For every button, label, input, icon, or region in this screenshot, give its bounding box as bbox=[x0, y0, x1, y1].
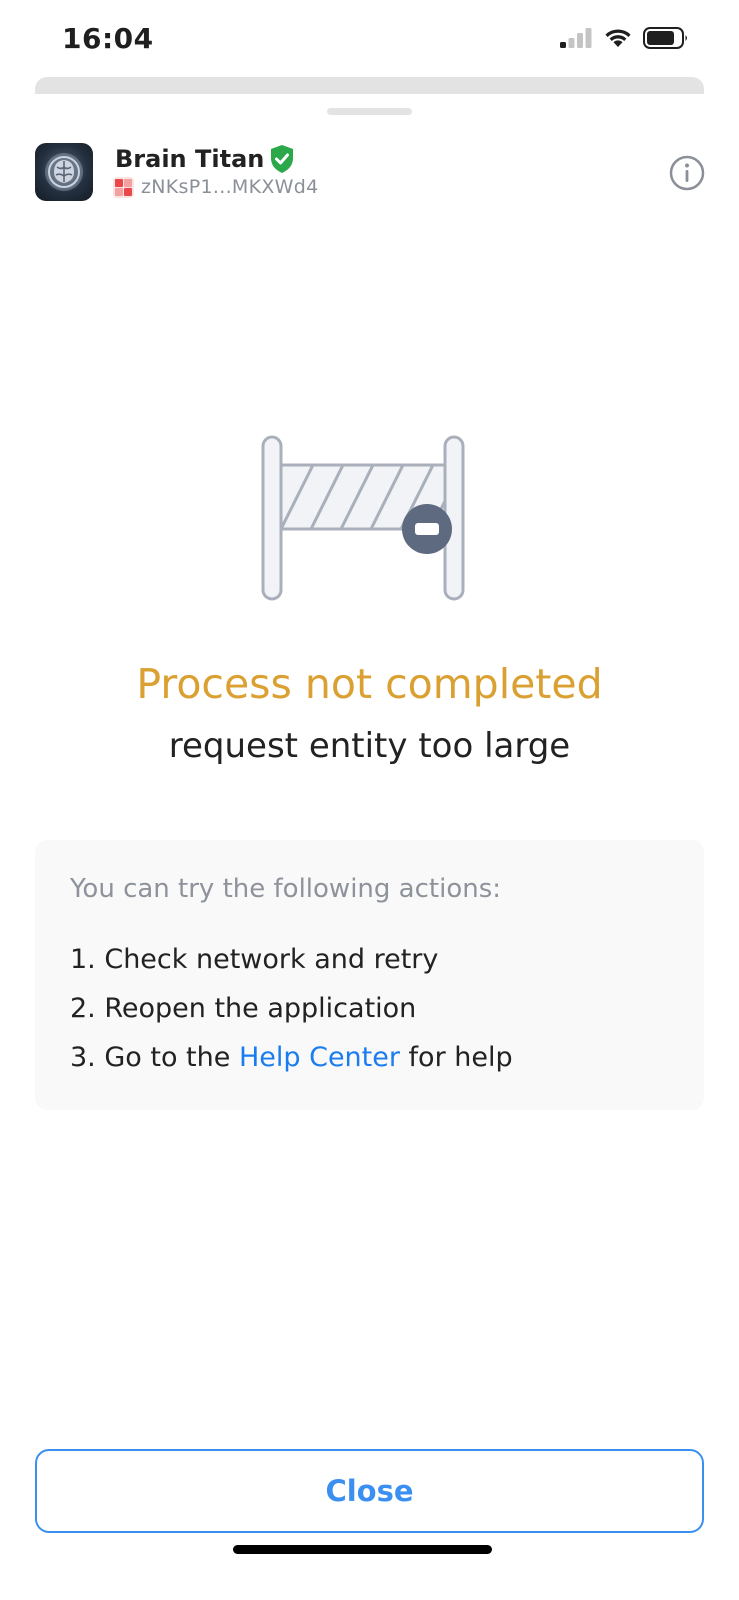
wifi-icon bbox=[605, 29, 631, 47]
error-message: request entity too large bbox=[168, 726, 571, 766]
sheet-grabber-handle[interactable] bbox=[327, 108, 412, 115]
status-bar: 16:04 bbox=[0, 0, 739, 80]
home-indicator bbox=[233, 1545, 492, 1554]
app-header: Brain Titan zNKsP1...MKXWd4 bbox=[35, 143, 706, 201]
app-name: Brain Titan bbox=[115, 145, 265, 173]
status-icons bbox=[559, 27, 689, 49]
info-button[interactable] bbox=[668, 154, 706, 192]
info-icon bbox=[669, 155, 705, 191]
sheet-background-edge bbox=[35, 77, 704, 94]
error-title: Process not completed bbox=[136, 660, 603, 708]
suggested-action-item: 3. Go to the Help Center for help bbox=[70, 1042, 669, 1091]
barrier-illustration bbox=[259, 433, 471, 603]
suggested-action-prefix: 3. Go to the bbox=[70, 1042, 239, 1073]
help-center-link[interactable]: Help Center bbox=[239, 1042, 400, 1073]
battery-icon bbox=[643, 27, 687, 49]
app-address: zNKsP1...MKXWd4 bbox=[141, 176, 319, 198]
cellular-signal-icon bbox=[560, 28, 592, 48]
address-row: zNKsP1...MKXWd4 bbox=[113, 176, 319, 198]
address-avatar-icon bbox=[113, 176, 134, 198]
verified-shield-icon bbox=[271, 145, 293, 173]
barrier-icon bbox=[261, 435, 465, 601]
suggested-actions-heading: You can try the following actions: bbox=[70, 874, 502, 904]
suggested-action-item: 1. Check network and retry bbox=[70, 944, 439, 975]
suggested-action-suffix: for help bbox=[399, 1042, 513, 1073]
close-button[interactable]: Close bbox=[35, 1449, 704, 1533]
suggested-action-item: 2. Reopen the application bbox=[70, 993, 417, 1024]
suggested-actions-card: You can try the following actions: 1. Ch… bbox=[35, 840, 704, 1110]
status-time: 16:04 bbox=[62, 22, 154, 55]
app-logo-icon bbox=[35, 143, 93, 201]
